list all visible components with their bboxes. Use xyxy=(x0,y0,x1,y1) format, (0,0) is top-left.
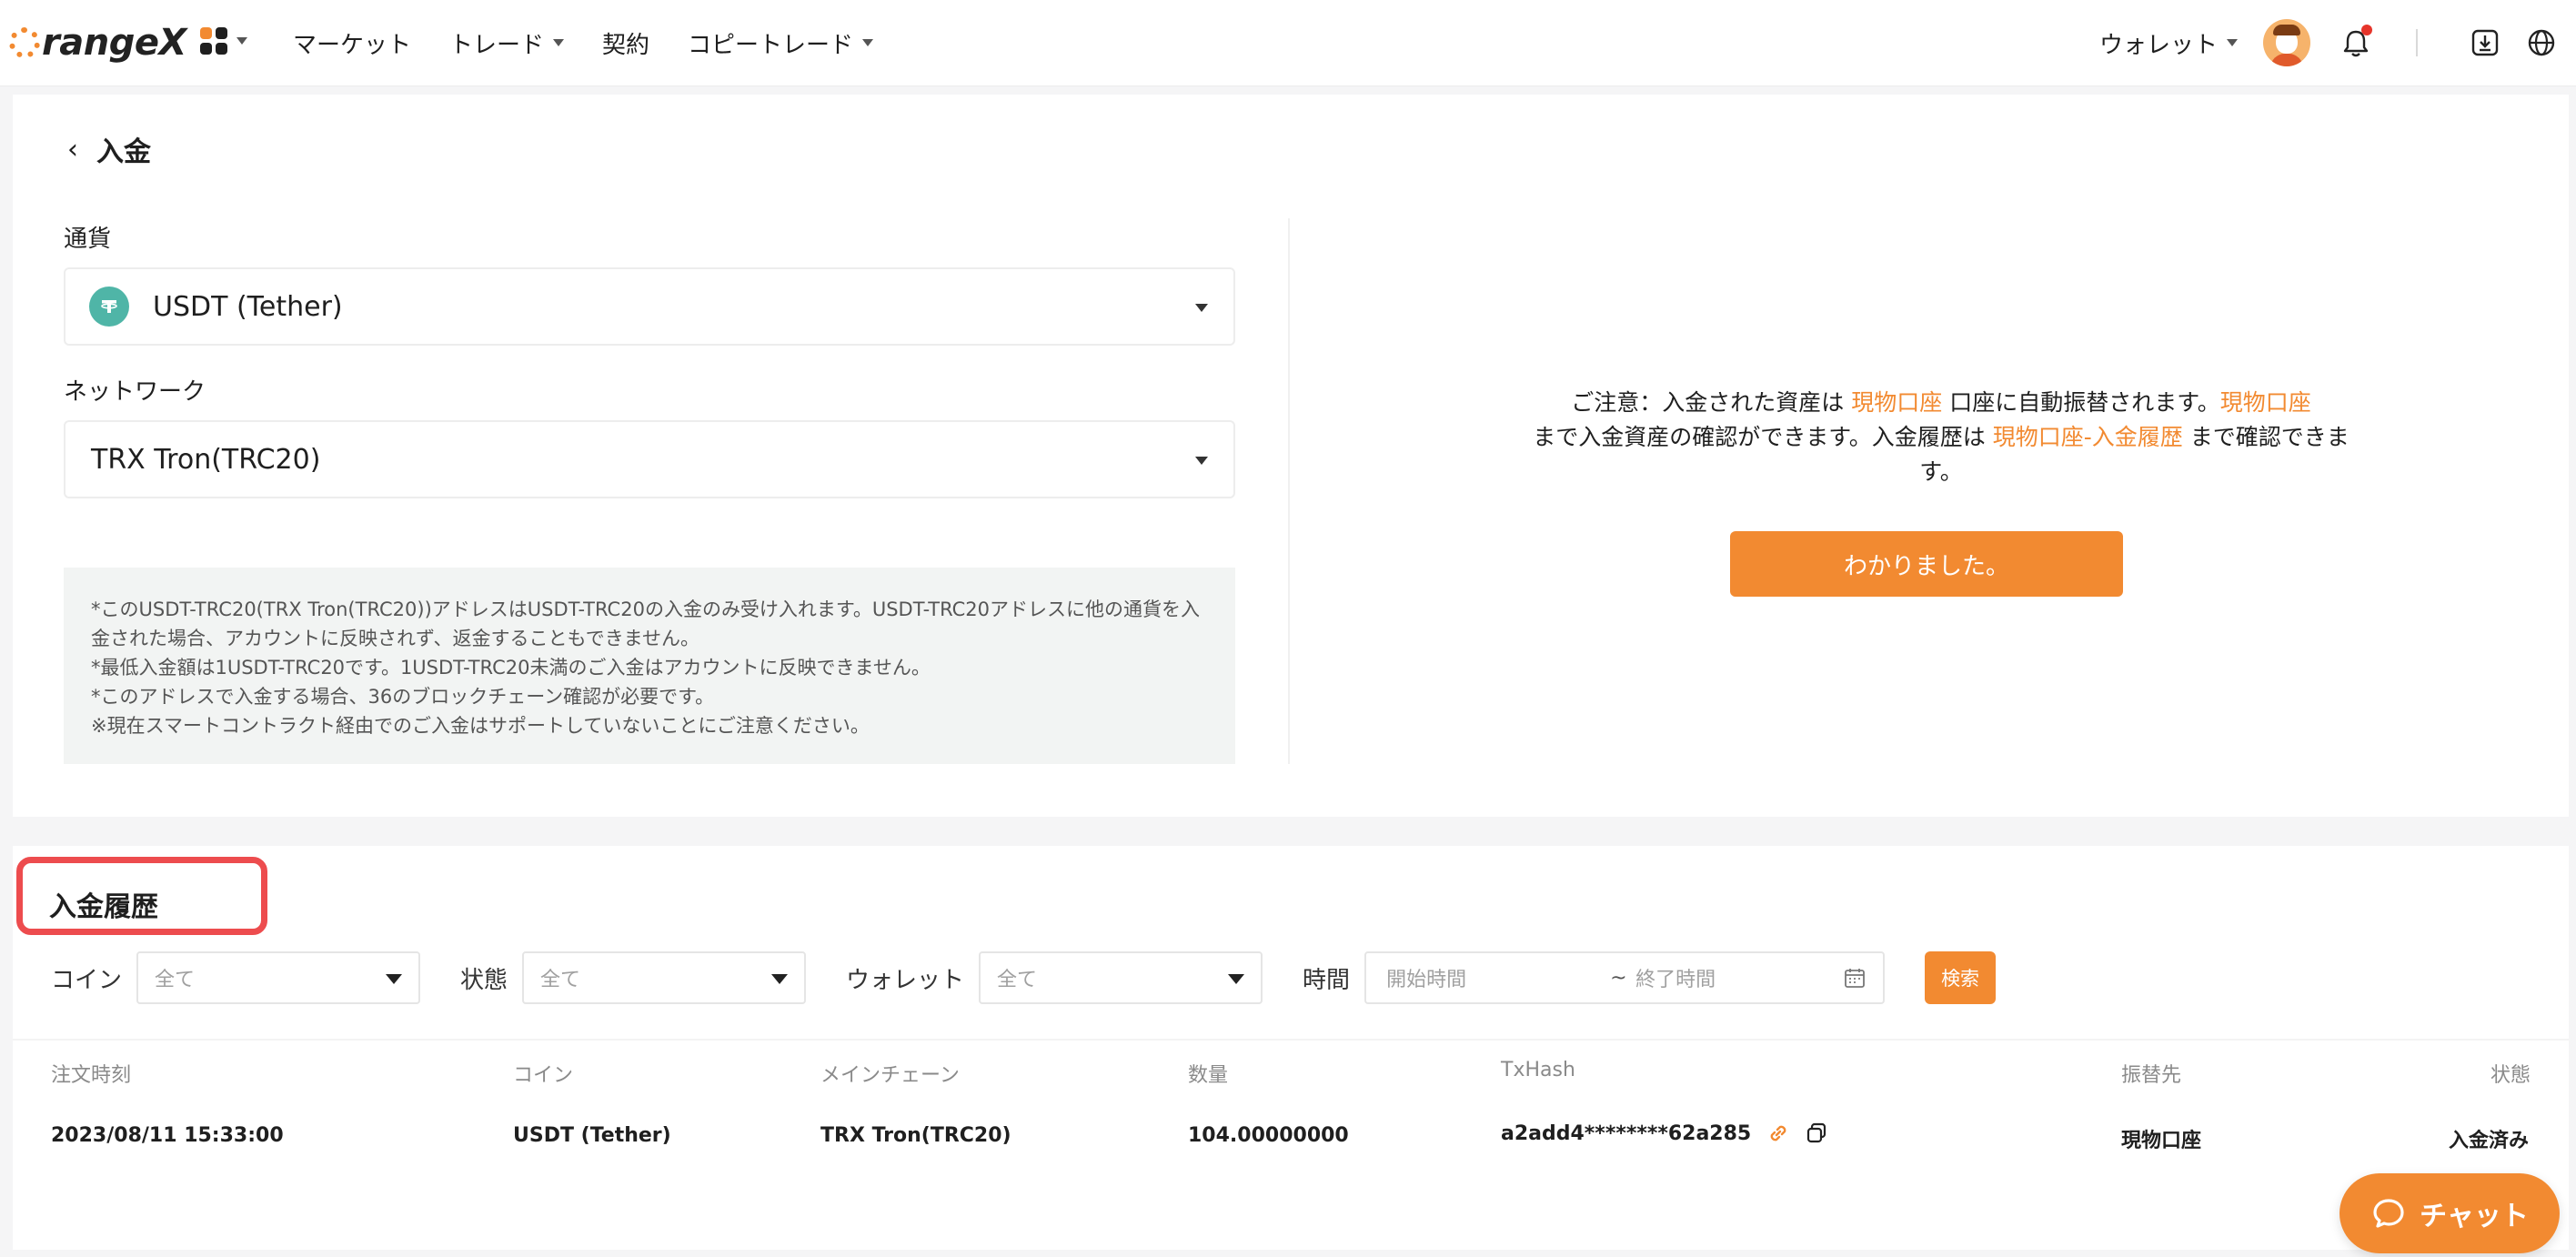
caret-down-icon xyxy=(1228,974,1245,984)
currency-select[interactable]: USDT (Tether) xyxy=(64,267,1235,346)
wallet-filter-select[interactable]: 全て xyxy=(979,951,1263,1004)
link-icon[interactable] xyxy=(1766,1121,1791,1146)
currency-value: USDT (Tether) xyxy=(153,290,343,323)
network-value: TRX Tron(TRC20) xyxy=(91,443,321,476)
notice-line: *このUSDT-TRC20(TRX Tron(TRC20))アドレスはUSDT-… xyxy=(91,598,1201,620)
notice-line: ※現在スマートコントラクト経由でのご入金はサポートしていないことにご注意ください… xyxy=(91,715,870,737)
history-title: 入金履歴 xyxy=(49,891,158,923)
panel-divider xyxy=(1288,218,1290,764)
chat-label: チャット xyxy=(2420,1201,2529,1232)
notification-dot xyxy=(2361,25,2372,35)
page-title: 入金 xyxy=(96,136,151,168)
start-time-input[interactable]: 開始時間 xyxy=(1386,963,1466,992)
nav-item-market[interactable]: マーケット xyxy=(293,26,411,60)
wallet-menu[interactable]: ウォレット xyxy=(2099,26,2238,60)
caret-down-icon xyxy=(2227,39,2238,46)
column-header-amount: 数量 xyxy=(1188,1064,1229,1087)
caret-down-icon xyxy=(1195,304,1208,312)
download-icon[interactable] xyxy=(2467,25,2503,61)
caret-down-icon xyxy=(386,974,403,984)
nav-item-trade[interactable]: トレード xyxy=(449,26,565,60)
row-destination: 現物口座 xyxy=(2121,1130,2202,1152)
top-navigation-bar: rangeX マーケット トレード 契約 コピートレード ウォレット xyxy=(0,0,2576,86)
search-button[interactable]: 検索 xyxy=(1925,951,1997,1004)
row-txhash: a2add4********62a285 xyxy=(1501,1121,1752,1145)
orangex-logo[interactable]: rangeX xyxy=(9,16,186,69)
coin-filter-select[interactable]: 全て xyxy=(136,951,421,1004)
spot-account-link[interactable]: 現物口座 xyxy=(2220,389,2311,416)
nav-label: マーケット xyxy=(293,31,412,59)
usdt-coin-icon xyxy=(89,287,129,327)
chevron-left-icon: ‹ xyxy=(67,133,78,166)
row-txhash-cell: a2add4********62a285 xyxy=(1501,1121,1842,1146)
end-time-input[interactable]: 終了時間 xyxy=(1635,963,1716,992)
row-status: 入金済み xyxy=(2449,1130,2530,1152)
deposit-notice-box: *このUSDT-TRC20(TRX Tron(TRC20))アドレスはUSDT-… xyxy=(64,568,1235,764)
coin-filter-label: コイン xyxy=(51,966,123,994)
column-header-coin: コイン xyxy=(513,1064,574,1087)
column-header-chain: メインチェーン xyxy=(820,1064,960,1087)
copy-icon[interactable] xyxy=(1804,1121,1829,1146)
table-header-divider xyxy=(13,1039,2569,1041)
status-filter-value: 全て xyxy=(540,969,581,991)
deposit-history-link[interactable]: 現物口座-入金履歴 xyxy=(1993,424,2183,450)
filter-bar: コイン 全て 状態 全て ウォレット 全て 時間 開始時間 ~ 終了時間 検索 xyxy=(51,951,1997,1004)
nav-item-contract[interactable]: 契約 xyxy=(602,26,649,60)
range-separator: ~ xyxy=(1610,966,1627,990)
understood-button[interactable]: わかりました。 xyxy=(1730,531,2123,597)
notice-line: *最低入金額は1USDT-TRC20です。1USDT-TRC20未満のご入金はア… xyxy=(91,657,931,679)
time-filter-label: 時間 xyxy=(1303,966,1351,994)
header-right-actions: ウォレット xyxy=(2099,0,2576,85)
attention-text: ご注意：入金された資産は xyxy=(1571,389,1852,416)
coin-filter-value: 全て xyxy=(155,969,196,991)
currency-label: 通貨 xyxy=(64,226,112,253)
wallet-filter-label: ウォレット xyxy=(846,966,965,994)
apps-menu-button[interactable] xyxy=(200,27,247,55)
header-divider xyxy=(2416,29,2418,56)
attention-text: まで入金資産の確認ができます。入金履歴は xyxy=(1533,424,1993,450)
nav-label: 契約 xyxy=(602,31,650,59)
wallet-menu-label: ウォレット xyxy=(2098,31,2218,59)
status-filter-select[interactable]: 全て xyxy=(522,951,807,1004)
nav-label: コピートレード xyxy=(688,31,854,59)
logo-text: rangeX xyxy=(42,22,186,64)
row-amount: 104.00000000 xyxy=(1188,1124,1349,1147)
user-avatar[interactable] xyxy=(2263,19,2310,66)
notice-line: *このアドレスで入金する場合、36のブロックチェーン確認が必要です。 xyxy=(91,686,715,708)
column-header-status: 状態 xyxy=(2490,1064,2531,1087)
caret-down-icon xyxy=(771,974,789,984)
caret-down-icon xyxy=(236,37,247,45)
nav-label: トレード xyxy=(449,31,545,59)
caret-down-icon xyxy=(862,39,874,46)
spot-account-link[interactable]: 現物口座 xyxy=(1851,389,1942,416)
notice-line: 金された場合、アカウントに反映されず、返金することもできません。 xyxy=(91,628,700,649)
main-nav: マーケット トレード 契約 コピートレード xyxy=(293,0,911,85)
nav-item-copy-trade[interactable]: コピートレード xyxy=(688,26,874,60)
column-header-destination: 振替先 xyxy=(2121,1064,2182,1087)
network-select[interactable]: TRX Tron(TRC20) xyxy=(64,420,1235,498)
calendar-icon[interactable] xyxy=(1843,966,1867,990)
chat-button[interactable]: チャット xyxy=(2340,1173,2560,1253)
column-header-time: 注文時刻 xyxy=(51,1064,132,1087)
row-coin: USDT (Tether) xyxy=(513,1124,671,1147)
column-header-txhash: TxHash xyxy=(1501,1059,1575,1081)
status-filter-label: 状態 xyxy=(460,966,508,994)
chat-bubble-icon xyxy=(2373,1199,2404,1228)
network-label: ネットワーク xyxy=(64,378,206,406)
attention-message: ご注意：入金された資産は 現物口座 口座に自動振替されます。現物口座 まで入金資… xyxy=(1523,386,2360,489)
apps-grid-icon xyxy=(200,27,227,55)
globe-icon[interactable] xyxy=(2523,25,2560,61)
deposit-history-panel: 入金履歴 コイン 全て 状態 全て ウォレット 全て 時間 開始時間 ~ 終了時… xyxy=(13,846,2569,1250)
row-chain: TRX Tron(TRC20) xyxy=(820,1124,1011,1147)
attention-text: 口座に自動振替されます。 xyxy=(1942,389,2220,416)
caret-down-icon xyxy=(1195,457,1208,465)
logo-o-mark xyxy=(9,27,40,58)
wallet-filter-value: 全て xyxy=(997,969,1038,991)
bell-icon[interactable] xyxy=(2338,25,2374,61)
caret-down-icon xyxy=(553,39,565,46)
row-time: 2023/08/11 15:33:00 xyxy=(51,1124,284,1147)
back-button[interactable]: ‹ 入金 xyxy=(67,129,151,169)
deposit-panel: ‹ 入金 通貨 USDT (Tether) ネットワーク TRX Tron(TR… xyxy=(13,95,2569,817)
date-range-picker[interactable]: 開始時間 ~ 終了時間 xyxy=(1364,951,1886,1004)
